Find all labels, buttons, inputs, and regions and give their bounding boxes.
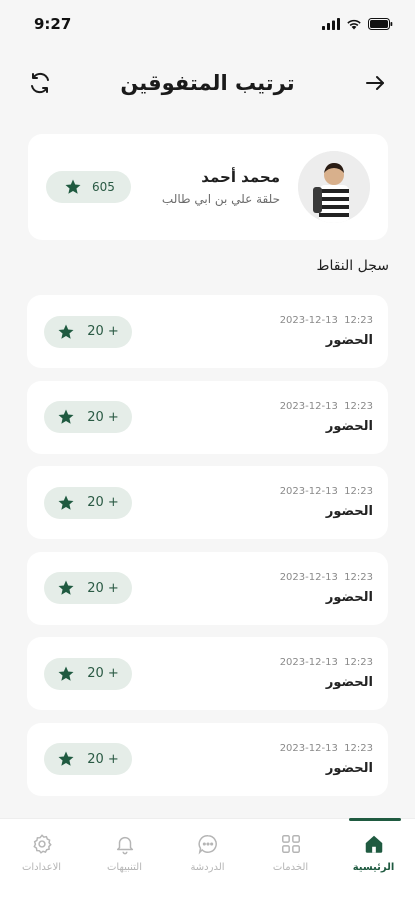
nav-item-settings[interactable]: الاعدادات (7, 833, 77, 900)
nav-item-services[interactable]: الخدمات (256, 833, 326, 900)
record-time: 12:23 (344, 315, 373, 326)
record-points-badge: 20 + (44, 401, 132, 433)
bell-icon (116, 836, 133, 855)
record-points: 20 + (87, 751, 119, 767)
record-points-badge: 20 + (44, 315, 132, 348)
star-icon (58, 751, 74, 766)
list-item[interactable]: 20 + 2023-12-13 12:23 الحضور (27, 637, 388, 710)
list-item[interactable]: 20 + 2023-12-13 12:23 الحضور (27, 295, 388, 368)
refresh-icon (31, 72, 49, 94)
star-icon (58, 324, 74, 339)
star-icon (58, 495, 74, 510)
profile-card[interactable]: 605 محمد أحمد حلقة علي بن ابي طالب (28, 134, 388, 240)
profile-name: محمد أحمد (201, 168, 280, 186)
points-badge: 605 (46, 171, 131, 203)
record-date: 2023-12-13 (279, 400, 338, 412)
status-bar: 9:27 (0, 0, 415, 48)
list-item[interactable]: 20 + 2023-12-13 12:23 الحضور (27, 551, 388, 625)
star-icon (58, 409, 74, 424)
list-item[interactable]: 20 + 2023-12-13 12:23 الحضور (27, 466, 388, 539)
avatar (298, 151, 370, 223)
record-date: 2023-12-13 (279, 657, 338, 668)
record-points: 20 + (87, 495, 119, 510)
bottom-nav: الرئيسية الخدمات الدردشة التنبيهات الاعد… (0, 818, 415, 900)
signal-icon (322, 18, 340, 30)
record-points-badge: 20 + (44, 572, 132, 604)
wifi-icon (347, 19, 361, 30)
grid-icon (281, 835, 300, 853)
record-title: الحضور (325, 333, 373, 348)
record-date: 2023-12-13 (279, 742, 338, 754)
page-title: ترتيب المتفوقين (120, 71, 295, 95)
points-value: 605 (92, 180, 115, 194)
star-icon (58, 580, 74, 595)
record-title: الحضور (325, 504, 373, 519)
record-points-badge: 20 + (44, 743, 132, 775)
record-timestamp: 2023-12-13 12:23 (280, 657, 373, 668)
record-date: 2023-12-13 (279, 486, 338, 497)
record-points-badge: 20 + (44, 657, 132, 690)
nav-label-home: الرئيسية (352, 862, 395, 873)
record-points-badge: 20 + (44, 486, 132, 519)
record-details: 2023-12-13 12:23 الحضور (280, 572, 373, 605)
record-timestamp: 2023-12-13 12:23 (280, 743, 373, 754)
chat-icon (197, 835, 217, 855)
record-details: 2023-12-13 12:23 الحضور (280, 486, 373, 519)
points-log-list: 20 + 2023-12-13 12:23 الحضور 20 + 2023-1… (27, 295, 388, 808)
gear-icon (32, 834, 52, 854)
list-item[interactable]: 20 + 2023-12-13 12:23 الحضور (27, 722, 388, 796)
record-timestamp: 2023-12-13 12:23 (280, 486, 373, 497)
profile-circle: حلقة علي بن ابي طالب (161, 192, 280, 206)
record-timestamp: 2023-12-13 12:23 (280, 401, 373, 412)
star-icon (65, 179, 81, 194)
record-details: 2023-12-13 12:23 الحضور (280, 315, 373, 348)
record-points: 20 + (87, 580, 119, 596)
refresh-button[interactable] (24, 67, 56, 99)
record-timestamp: 2023-12-13 12:23 (280, 315, 373, 326)
home-icon (365, 835, 382, 853)
record-time: 12:23 (344, 742, 373, 754)
nav-item-home[interactable]: الرئيسية (339, 818, 409, 900)
section-title: سجل النقاط (316, 258, 390, 274)
record-points: 20 + (87, 666, 119, 681)
record-details: 2023-12-13 12:23 الحضور (280, 657, 373, 690)
list-item[interactable]: 20 + 2023-12-13 12:23 الحضور (27, 380, 388, 454)
nav-label-notifications: التنبيهات (107, 862, 142, 873)
record-timestamp: 2023-12-13 12:23 (280, 572, 373, 583)
record-points: 20 + (87, 409, 119, 425)
battery-icon (368, 18, 393, 30)
back-button[interactable] (359, 67, 391, 99)
nav-label-settings: الاعدادات (21, 862, 62, 873)
record-date: 2023-12-13 (279, 571, 338, 583)
record-details: 2023-12-13 12:23 الحضور (280, 743, 373, 776)
profile-info: محمد أحمد حلقة علي بن ابي طالب (131, 168, 298, 206)
nav-label-services: الخدمات (272, 862, 309, 873)
record-time: 12:23 (344, 486, 373, 497)
arrow-right-icon (366, 76, 384, 90)
record-title: الحضور (325, 675, 373, 690)
star-icon (58, 666, 74, 681)
status-time: 9:27 (34, 15, 72, 33)
record-title: الحضور (325, 760, 373, 776)
record-title: الحضور (325, 418, 373, 434)
nav-item-notifications[interactable]: التنبيهات (90, 833, 160, 900)
record-details: 2023-12-13 12:23 الحضور (280, 401, 373, 434)
record-points: 20 + (87, 324, 119, 339)
record-date: 2023-12-13 (279, 315, 338, 326)
status-icons (322, 18, 393, 30)
record-time: 12:23 (344, 400, 373, 412)
record-title: الحضور (325, 589, 373, 605)
nav-label-chat: الدردشة (190, 862, 225, 873)
header: ترتيب المتفوقين (0, 60, 415, 106)
record-time: 12:23 (344, 657, 373, 668)
record-time: 12:23 (344, 571, 373, 583)
nav-item-chat[interactable]: الدردشة (173, 833, 243, 900)
